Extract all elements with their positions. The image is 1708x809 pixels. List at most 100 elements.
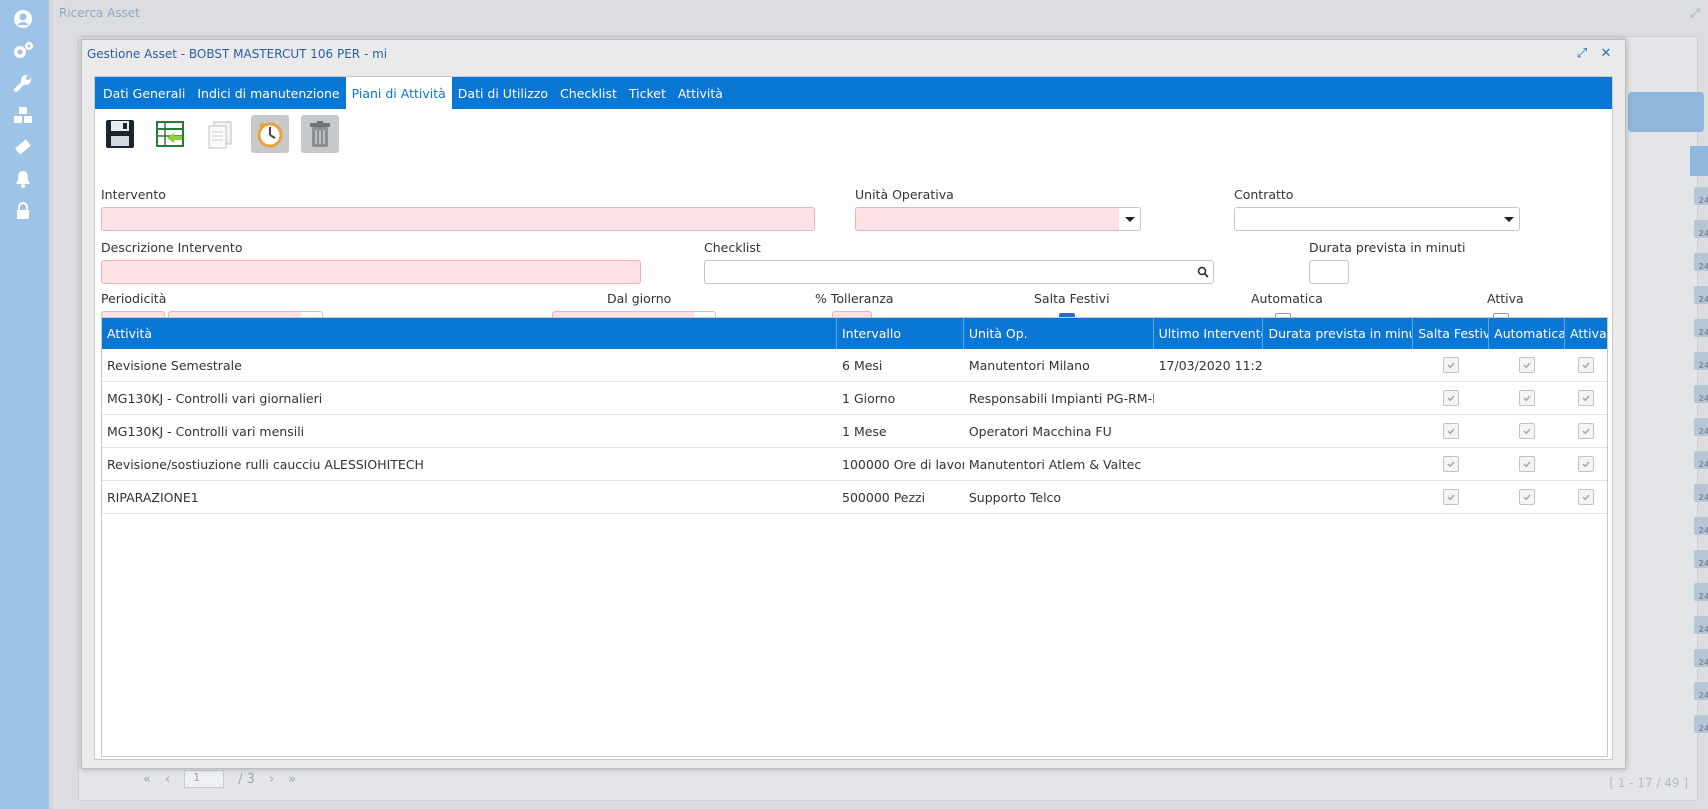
wrench-icon[interactable] [12, 72, 34, 94]
next-page-icon[interactable]: › [269, 772, 274, 787]
intervento-input[interactable] [101, 207, 815, 231]
readonly-checkbox [1519, 390, 1536, 406]
left-sidebar [0, 0, 49, 809]
row-action-icons[interactable]: 24 [1690, 248, 1708, 276]
durata-input[interactable] [1309, 260, 1349, 284]
tab-dati-generali[interactable]: Dati Generali [97, 77, 191, 109]
ticket-icon[interactable] [12, 136, 34, 158]
cell-ultimo [1154, 415, 1264, 447]
table-row[interactable]: Revisione Semestrale 6 Mesi Manutentori … [102, 349, 1607, 382]
checkmark-icon [1523, 494, 1531, 501]
cell-ultimo [1154, 382, 1264, 414]
bell-icon[interactable] [12, 168, 34, 190]
cell-unita: Responsabili Impianti PG-RM-MI [968, 390, 1154, 406]
col-attiva[interactable]: Attiva [1565, 318, 1607, 349]
cell-intervallo: 1 Mese [842, 423, 887, 439]
row-action-icons[interactable]: 24 [1690, 545, 1708, 573]
save-button[interactable] [101, 115, 139, 153]
checkmark-icon [1523, 395, 1531, 402]
cell-attivita: Revisione Semestrale [107, 357, 242, 373]
col-automatica[interactable]: Automatica [1489, 318, 1566, 349]
cell-attivita: RIPARAZIONE1 [107, 489, 199, 505]
boxes-icon[interactable] [12, 104, 34, 126]
col-intervallo[interactable]: Intervallo [837, 318, 964, 349]
row-action-icons[interactable]: 24 [1690, 281, 1708, 309]
cell-durata [1263, 382, 1413, 414]
readonly-checkbox [1443, 489, 1460, 505]
intervento-label: Intervento [101, 187, 166, 202]
col-ultimo-intervento[interactable]: Ultimo Intervento [1154, 318, 1264, 349]
cell-intervallo: 500000 Pezzi [842, 489, 926, 505]
readonly-checkbox [1443, 357, 1460, 373]
col-unita-op[interactable]: Unità Op. [964, 318, 1154, 349]
modal-body: Dati Generali Indici di manutenzione Pia… [94, 76, 1613, 760]
prev-page-icon[interactable]: ‹ [165, 772, 170, 787]
tab-checklist[interactable]: Checklist [554, 77, 623, 109]
asset-modal: Gestione Asset - BOBST MASTERCUT 106 PER… [81, 39, 1626, 769]
cell-durata [1263, 448, 1413, 480]
close-icon[interactable]: ✕ [1597, 44, 1615, 62]
unita-operativa-select[interactable] [855, 207, 1141, 231]
readonly-checkbox [1578, 423, 1594, 439]
expand-icon[interactable]: ⤢ [1690, 6, 1700, 21]
table-row[interactable]: RIPARAZIONE1 500000 Pezzi Supporto Telco [102, 481, 1607, 514]
modal-titlebar: Gestione Asset - BOBST MASTERCUT 106 PER… [82, 40, 1625, 68]
tab-bar: Dati Generali Indici di manutenzione Pia… [95, 77, 1612, 109]
user-icon[interactable] [12, 8, 34, 30]
copy-button[interactable] [201, 115, 239, 153]
row-action-icons[interactable]: 24 [1690, 512, 1708, 540]
delete-button[interactable] [301, 115, 339, 153]
checklist-search-button[interactable] [1192, 260, 1214, 284]
col-salta-festivi[interactable]: Salta Festivi [1413, 318, 1490, 349]
settings-icon[interactable] [12, 40, 34, 62]
page-input[interactable]: 1 [184, 770, 225, 788]
tab-piani-attivita[interactable]: Piani di Attività [345, 77, 452, 109]
col-durata[interactable]: Durata prevista in minuti [1263, 318, 1414, 349]
row-action-icons[interactable]: 24 [1690, 479, 1708, 507]
row-action-icons[interactable]: 24 [1690, 215, 1708, 243]
readonly-checkbox [1578, 357, 1594, 373]
lock-icon[interactable] [12, 200, 34, 222]
row-action-icons[interactable]: 24 [1690, 314, 1708, 342]
first-page-icon[interactable]: « [143, 772, 151, 787]
row-action-icons[interactable]: 24 [1690, 710, 1708, 738]
checkmark-icon [1447, 362, 1455, 369]
contratto-select[interactable] [1234, 207, 1520, 231]
unita-operativa-dropdown-button[interactable] [1119, 207, 1141, 231]
table-row[interactable]: MG130KJ - Controlli vari giornalieri 1 G… [102, 382, 1607, 415]
checkmark-icon [1447, 494, 1455, 501]
maximize-icon[interactable]: ⤢ [1573, 44, 1591, 62]
cell-automatica [1489, 481, 1565, 513]
unita-operativa-label: Unità Operativa [855, 187, 954, 202]
row-action-icons[interactable]: 24 [1690, 380, 1708, 408]
row-action-icons[interactable]: 24 [1690, 611, 1708, 639]
row-action-icons[interactable]: 24 [1690, 578, 1708, 606]
cell-salta-festivi [1413, 349, 1489, 381]
row-action-icons[interactable]: 24 [1690, 347, 1708, 375]
trash-icon [310, 121, 330, 147]
readonly-checkbox [1443, 456, 1460, 472]
cell-salta-festivi [1413, 415, 1489, 447]
tab-dati-utilizzo[interactable]: Dati di Utilizzo [452, 77, 554, 109]
table-row[interactable]: MG130KJ - Controlli vari mensili 1 Mese … [102, 415, 1607, 448]
row-action-icons[interactable]: 24 [1690, 413, 1708, 441]
row-action-icons[interactable]: 24 [1690, 446, 1708, 474]
tab-attivita[interactable]: Attività [672, 77, 729, 109]
last-page-icon[interactable]: » [288, 772, 296, 787]
import-grid-button[interactable] [151, 115, 189, 153]
print-button[interactable] [1628, 92, 1704, 132]
tab-ticket[interactable]: Ticket [623, 77, 672, 109]
cell-attivita: Revisione/sostiuzione rulli caucciu ALES… [107, 456, 424, 472]
checklist-input[interactable] [704, 260, 1194, 284]
row-action-icons[interactable]: 24 [1690, 644, 1708, 672]
row-action-icons[interactable]: 24 [1690, 677, 1708, 705]
cell-unita: Manutentori Atlem & Valtec [968, 456, 1142, 472]
table-row[interactable]: Revisione/sostiuzione rulli caucciu ALES… [102, 448, 1607, 481]
col-attivita[interactable]: Attività [102, 318, 837, 349]
row-action-icons[interactable]: 24 [1690, 182, 1708, 210]
tab-indici-manutenzione[interactable]: Indici di manutenzione [191, 77, 345, 109]
cell-attiva [1565, 382, 1607, 414]
contratto-dropdown-button[interactable] [1498, 207, 1520, 231]
descrizione-input[interactable] [101, 260, 641, 284]
history-button[interactable] [251, 115, 289, 153]
